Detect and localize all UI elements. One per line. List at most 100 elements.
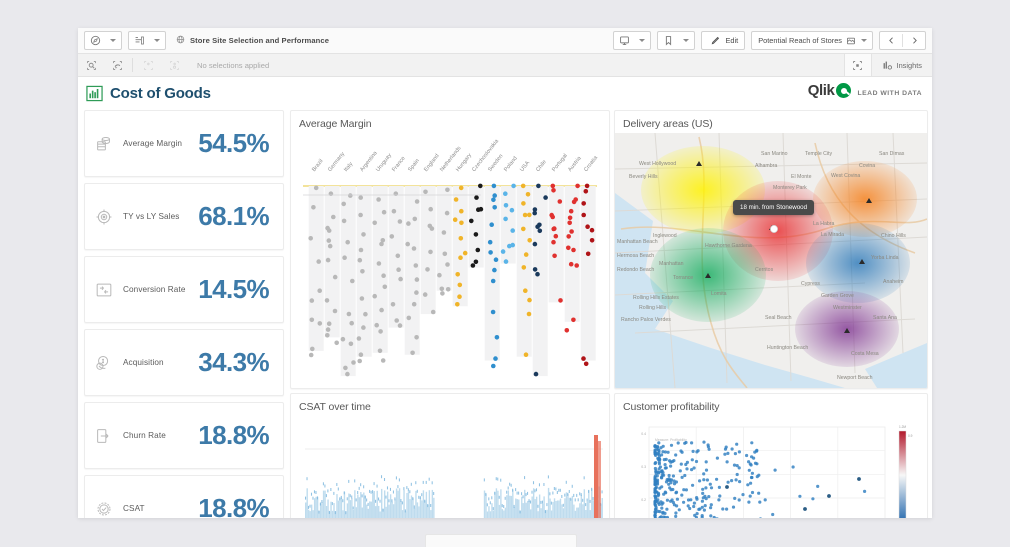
kpi-value: 68.1% [198, 201, 269, 232]
svg-text:Chino Hills: Chino Hills [881, 233, 906, 239]
svg-text:Torrance: Torrance [673, 275, 693, 281]
pencil-icon [710, 35, 721, 46]
kpi-label: Average Margin [123, 139, 198, 148]
svg-text:West Covina: West Covina [831, 173, 860, 179]
kpi-churn-rate[interactable]: Churn Rate 18.8% [84, 402, 284, 469]
margin-axis-label: France [391, 156, 406, 173]
insights-chart-icon [882, 60, 893, 71]
page-title-label: Cost of Goods [110, 85, 211, 102]
kpi-csat[interactable]: CSAT 18.8% [84, 475, 284, 518]
margin-axis-label: Poland [503, 156, 518, 173]
svg-text:San Marino: San Marino [761, 151, 788, 157]
panel-average-margin[interactable]: Average Margin BrazilGermanyItalyArgenti… [290, 110, 610, 389]
compass-icon[interactable] [85, 32, 105, 49]
sheet-header: Cost of Goods Qlik LEAD WITH DATA [78, 77, 932, 110]
conversion-icon [85, 280, 123, 300]
chevron-down-icon[interactable] [154, 39, 160, 42]
sheet-list-group[interactable] [128, 31, 166, 50]
svg-text:Temple City: Temple City [805, 151, 833, 157]
kpi-average-margin[interactable]: Average Margin 54.5% [84, 110, 284, 177]
margin-axis-label: Sweden [487, 153, 504, 173]
check-seal-icon [85, 499, 123, 519]
panel-delivery-areas[interactable]: Delivery areas (US) [614, 110, 928, 389]
svg-text:Santa Ana: Santa Ana [873, 315, 897, 321]
toolbar-right: Edit Potential Reach of Stores [607, 28, 926, 53]
svg-text:Redondo Beach: Redondo Beach [617, 267, 654, 273]
svg-text:La Mirada: La Mirada [821, 232, 844, 238]
svg-text:Anaheim: Anaheim [883, 279, 903, 285]
lasso-select-icon[interactable] [104, 54, 130, 76]
panel-customer-profitability[interactable]: Customer profitability 0.40.30.20.10.001… [614, 393, 928, 518]
svg-text:Alhambra: Alhambra [755, 163, 777, 169]
bookmark-icon[interactable] [658, 32, 678, 49]
bookmark-group[interactable] [657, 31, 695, 50]
margin-axis-label: Austria [567, 156, 582, 173]
svg-text:Rolling Hills: Rolling Hills [639, 305, 667, 311]
kpi-value: 18.8% [198, 420, 269, 451]
svg-text:Cypress: Cypress [801, 281, 820, 287]
globe-icon [176, 35, 185, 46]
svg-text:Beverly Hills: Beverly Hills [629, 174, 658, 180]
sheet-nav-group[interactable] [879, 31, 926, 50]
kpi-acquisition[interactable]: Acquisition 34.3% [84, 329, 284, 396]
kpi-label: Churn Rate [123, 431, 198, 440]
profitability-scatter-chart[interactable]: 0.40.30.20.10.001,00010,000100,0001,000,… [615, 417, 927, 518]
insights-label: Insights [897, 61, 922, 70]
chevron-down-icon[interactable] [639, 39, 645, 42]
selection-bar-right: Insights [844, 54, 928, 76]
qlik-wordmark: Qlik [808, 83, 835, 98]
svg-text:0.4: 0.4 [641, 432, 646, 436]
svg-text:Manhattan: Manhattan [659, 261, 684, 267]
top-toolbar: Store Site Selection and Performance Ed [78, 28, 932, 54]
svg-text:0.9: 0.9 [908, 434, 913, 438]
step-forward-icon[interactable] [161, 54, 187, 76]
target-icon [85, 207, 123, 227]
kpi-ty-vs-ly-sales[interactable]: TY vs LY Sales 68.1% [84, 183, 284, 250]
sheet-list-icon[interactable] [129, 32, 149, 49]
sheet-selector[interactable]: Potential Reach of Stores [751, 31, 873, 50]
map-canvas[interactable]: West HollywoodBeverly Hills San MarinoTe… [615, 133, 927, 388]
kpi-conversion-rate[interactable]: Conversion Rate 14.5% [84, 256, 284, 323]
svg-text:San Dimas: San Dimas [879, 151, 905, 157]
exit-door-icon [85, 426, 123, 446]
svg-text:Garden Grove: Garden Grove [821, 293, 854, 299]
sheet-canvas: Average Margin 54.5% TY vs LY Sales 68.1… [78, 110, 932, 518]
sheet-selector-label: Potential Reach of Stores [758, 36, 842, 45]
chevron-left-icon[interactable] [880, 32, 902, 49]
margin-axis-label: Uruguay [375, 153, 393, 173]
window-bottom-tab [425, 534, 577, 547]
kpi-label: Conversion Rate [123, 285, 198, 294]
sheet-thumbnail-icon [846, 36, 856, 46]
margin-axis-label: Italy [343, 161, 354, 173]
panel-csat-over-time[interactable]: CSAT over time [290, 393, 610, 518]
svg-text:Yorba Linda: Yorba Linda [871, 255, 899, 261]
csat-area-chart[interactable] [291, 417, 609, 518]
qlik-sense-window: Store Site Selection and Performance Ed [78, 28, 932, 518]
svg-text:Newport Beach: Newport Beach [837, 375, 873, 381]
expand-selections-icon[interactable] [844, 54, 872, 76]
margin-scatter-plot[interactable] [291, 178, 609, 388]
edit-label: Edit [725, 36, 738, 45]
selection-search-icon[interactable] [78, 54, 104, 76]
chevron-right-icon[interactable] [903, 32, 925, 49]
chevron-down-icon[interactable] [861, 39, 867, 42]
svg-text:Measure: Profitability: Measure: Profitability [655, 438, 687, 442]
story-group[interactable] [613, 31, 651, 50]
panel-title: Customer profitability [623, 401, 927, 413]
step-back-icon[interactable] [135, 54, 161, 76]
brand-tagline: LEAD WITH DATA [857, 90, 922, 97]
margin-axis-label: England [423, 153, 440, 173]
storytelling-icon[interactable] [614, 32, 634, 49]
qlik-o-icon [836, 83, 851, 98]
insights-button[interactable]: Insights [872, 60, 928, 71]
map-tooltip: 18 min. from Stonewood [733, 200, 814, 215]
chevron-down-icon[interactable] [683, 39, 689, 42]
map-svg[interactable]: West HollywoodBeverly Hills San MarinoTe… [615, 133, 927, 388]
selection-bar: No selections applied Insights [78, 54, 932, 77]
kpi-label: TY vs LY Sales [123, 212, 198, 221]
svg-text:El Monte: El Monte [791, 174, 812, 180]
edit-button[interactable]: Edit [701, 31, 745, 50]
chevron-down-icon[interactable] [110, 39, 116, 42]
bar-chart-icon [86, 85, 103, 102]
navigation-menu-group[interactable] [84, 31, 122, 50]
